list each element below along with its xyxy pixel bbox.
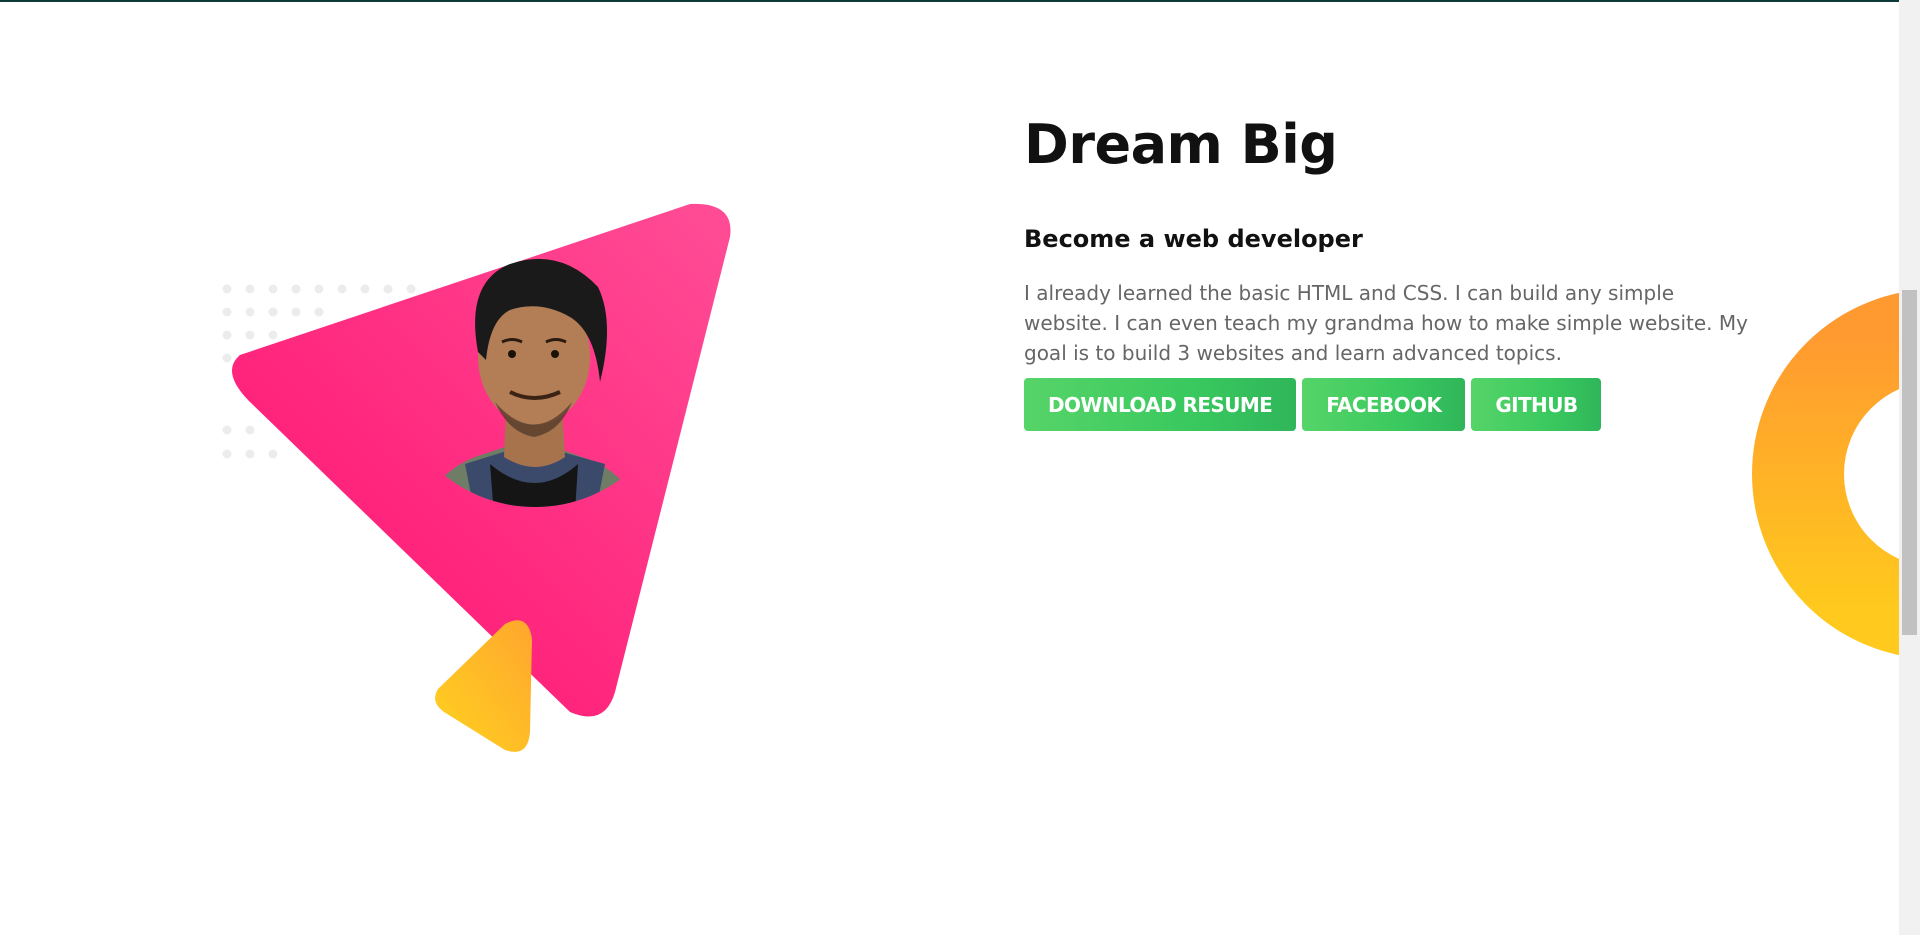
scrollbar-thumb[interactable] — [1902, 290, 1917, 635]
action-buttons: DOWNLOAD RESUME FACEBOOK GITHUB — [1024, 378, 1764, 431]
download-resume-button[interactable]: DOWNLOAD RESUME — [1024, 378, 1297, 431]
hero-illustration — [222, 203, 731, 752]
donut-decoration — [1752, 292, 1899, 656]
subtitle: Become a web developer — [1024, 225, 1363, 253]
scrollbar[interactable] — [1899, 0, 1920, 935]
page: Dream Big Become a web developer I alrea… — [0, 2, 1899, 935]
yellow-triangle-decoration — [435, 620, 532, 752]
page-title: Dream Big — [1024, 113, 1338, 176]
facebook-button[interactable]: FACEBOOK — [1302, 378, 1466, 431]
description: I already learned the basic HTML and CSS… — [1024, 281, 1748, 365]
hero-content: Dream Big Become a web developer I alrea… — [1024, 112, 1764, 431]
github-button[interactable]: GITHUB — [1471, 378, 1602, 431]
